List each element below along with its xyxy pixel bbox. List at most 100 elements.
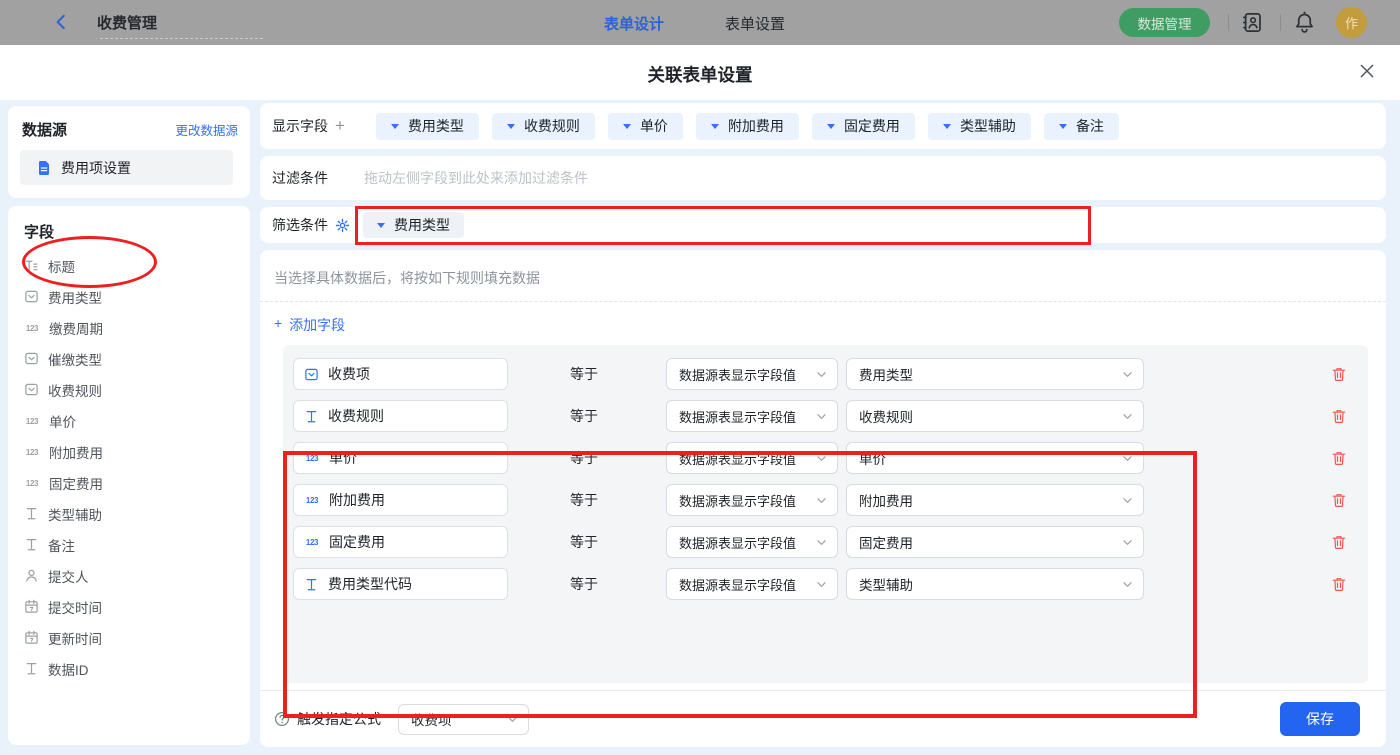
display-chip-unit-price[interactable]: 单价 xyxy=(608,113,683,140)
rule-source-dropdown[interactable]: 数据源表显示字段值 xyxy=(666,484,838,516)
trash-icon[interactable] xyxy=(1331,534,1347,550)
display-fields-bar: 显示字段 + 费用类型 收费规则 单价 附加费用 固定费用 类型辅助 备注 xyxy=(260,103,1386,149)
trash-icon[interactable] xyxy=(1331,366,1347,382)
field-item-unit-price[interactable]: 单价 xyxy=(8,405,250,436)
field-item-submitter[interactable]: 提交人 xyxy=(8,560,250,591)
field-item-fee-type[interactable]: 费用类型 xyxy=(8,281,250,312)
field-item-data-id[interactable]: 数据ID xyxy=(8,653,250,684)
display-chip-fee-type[interactable]: 费用类型 xyxy=(376,113,479,140)
triangle-down-icon xyxy=(1059,124,1067,133)
rule-target-dropdown[interactable]: 类型辅助 xyxy=(846,568,1144,600)
datasource-panel: 数据源 更改数据源 费用项设置 xyxy=(8,106,250,198)
sift-conditions-label: 筛选条件 xyxy=(272,215,328,235)
rule-source-dropdown[interactable]: 数据源表显示字段值 xyxy=(666,358,838,390)
text-icon xyxy=(24,661,39,676)
number-icon xyxy=(304,450,320,466)
rule-target-dropdown[interactable]: 固定费用 xyxy=(846,526,1144,558)
chevron-down-icon xyxy=(1121,536,1134,549)
tab-form-design[interactable]: 表单设计 xyxy=(604,13,664,34)
equals-label: 等于 xyxy=(570,484,598,516)
question-circle-icon[interactable] xyxy=(274,711,290,727)
data-manage-button[interactable]: 数据管理 xyxy=(1119,8,1210,37)
equals-label: 等于 xyxy=(570,442,598,474)
field-item-extra-fee[interactable]: 附加费用 xyxy=(8,436,250,467)
calendar-icon xyxy=(24,599,39,614)
display-chip-extra-fee[interactable]: 附加费用 xyxy=(696,113,799,140)
number-icon xyxy=(304,534,320,550)
modal-title: 关联表单设置 xyxy=(0,62,1400,87)
chevron-down-icon xyxy=(815,536,828,549)
chevron-down-icon xyxy=(815,368,828,381)
sift-conditions-bar: 筛选条件 费用类型 xyxy=(260,207,1386,243)
rule-row: 收费规则 等于 数据源表显示字段值 收费规则 xyxy=(283,400,1368,432)
contacts-book-icon[interactable] xyxy=(1241,11,1264,34)
field-item-pay-cycle[interactable]: 缴费周期 xyxy=(8,312,250,343)
rule-field-box[interactable]: 附加费用 xyxy=(293,484,508,516)
display-chip-type-aux[interactable]: 类型辅助 xyxy=(928,113,1031,140)
field-item-type-aux[interactable]: 类型辅助 xyxy=(8,498,250,529)
rule-target-dropdown[interactable]: 费用类型 xyxy=(846,358,1144,390)
tab-form-settings[interactable]: 表单设置 xyxy=(725,13,785,34)
datasource-item[interactable]: 费用项设置 xyxy=(20,150,233,185)
display-field-chips: 费用类型 收费规则 单价 附加费用 固定费用 类型辅助 备注 xyxy=(376,113,1119,140)
rule-source-dropdown[interactable]: 数据源表显示字段值 xyxy=(666,400,838,432)
display-chip-fixed-fee[interactable]: 固定费用 xyxy=(812,113,915,140)
rule-row: 固定费用 等于 数据源表显示字段值 固定费用 xyxy=(283,526,1368,558)
add-field-button[interactable]: + 添加字段 xyxy=(274,315,345,335)
title-icon xyxy=(24,258,39,273)
text-icon xyxy=(304,577,319,592)
display-chip-fee-rule[interactable]: 收费规则 xyxy=(492,113,595,140)
rule-source-dropdown[interactable]: 数据源表显示字段值 xyxy=(666,568,838,600)
rule-field-box[interactable]: 收费规则 xyxy=(293,400,508,432)
field-item-remark[interactable]: 备注 xyxy=(8,529,250,560)
field-item-fixed-fee[interactable]: 固定费用 xyxy=(8,467,250,498)
change-datasource-link[interactable]: 更改数据源 xyxy=(175,120,238,139)
rule-row: 单价 等于 数据源表显示字段值 单价 xyxy=(283,442,1368,474)
chevron-down-icon xyxy=(815,494,828,507)
close-icon[interactable] xyxy=(1358,62,1376,80)
rule-source-dropdown[interactable]: 数据源表显示字段值 xyxy=(666,526,838,558)
triangle-down-icon xyxy=(943,124,951,133)
trash-icon[interactable] xyxy=(1331,450,1347,466)
field-item-urge-type[interactable]: 催缴类型 xyxy=(8,343,250,374)
field-item-fee-rule[interactable]: 收费规则 xyxy=(8,374,250,405)
field-item-submit-time[interactable]: 提交时间 xyxy=(8,591,250,622)
equals-label: 等于 xyxy=(570,526,598,558)
field-item-title[interactable]: 标题 xyxy=(8,250,250,281)
triangle-down-icon xyxy=(827,124,835,133)
plus-icon: + xyxy=(274,315,282,335)
bell-icon[interactable] xyxy=(1293,11,1316,34)
back-icon[interactable] xyxy=(52,13,70,31)
chevron-down-icon xyxy=(1121,578,1134,591)
trash-icon[interactable] xyxy=(1331,576,1347,592)
calendar-icon xyxy=(24,630,39,645)
rule-field-box[interactable]: 收费项 xyxy=(293,358,508,390)
field-item-update-time[interactable]: 更新时间 xyxy=(8,622,250,653)
sift-chip-fee-type[interactable]: 费用类型 xyxy=(363,212,464,238)
triangle-down-icon xyxy=(377,223,385,232)
trash-icon[interactable] xyxy=(1331,492,1347,508)
equals-label: 等于 xyxy=(570,358,598,390)
display-chip-remark[interactable]: 备注 xyxy=(1044,113,1119,140)
trash-icon[interactable] xyxy=(1331,408,1347,424)
trigger-formula-dropdown[interactable]: 收费项 xyxy=(398,704,529,735)
chevron-down-icon xyxy=(815,410,828,423)
triangle-down-icon xyxy=(623,124,631,133)
rule-target-dropdown[interactable]: 收费规则 xyxy=(846,400,1144,432)
chevron-down-icon xyxy=(1121,494,1134,507)
avatar[interactable]: 作 xyxy=(1336,7,1367,38)
datasource-item-label: 费用项设置 xyxy=(61,158,131,178)
rule-source-dropdown[interactable]: 数据源表显示字段值 xyxy=(666,442,838,474)
fields-panel: 字段 标题 费用类型 缴费周期 催缴类型 收费规则 单价 附加费用 固定费用 类… xyxy=(8,206,250,745)
rule-field-box[interactable]: 单价 xyxy=(293,442,508,474)
rule-field-box[interactable]: 固定费用 xyxy=(293,526,508,558)
save-button[interactable]: 保存 xyxy=(1280,702,1360,736)
rule-field-box[interactable]: 费用类型代码 xyxy=(293,568,508,600)
filter-drop-zone[interactable]: 拖动左侧字段到此处来添加过滤条件 xyxy=(364,168,1374,188)
gear-icon[interactable] xyxy=(335,218,350,233)
filter-conditions-label: 过滤条件 xyxy=(272,168,328,188)
rule-target-dropdown[interactable]: 附加费用 xyxy=(846,484,1144,516)
rule-target-dropdown[interactable]: 单价 xyxy=(846,442,1144,474)
add-display-field-button[interactable]: + xyxy=(335,116,345,136)
equals-label: 等于 xyxy=(570,400,598,432)
